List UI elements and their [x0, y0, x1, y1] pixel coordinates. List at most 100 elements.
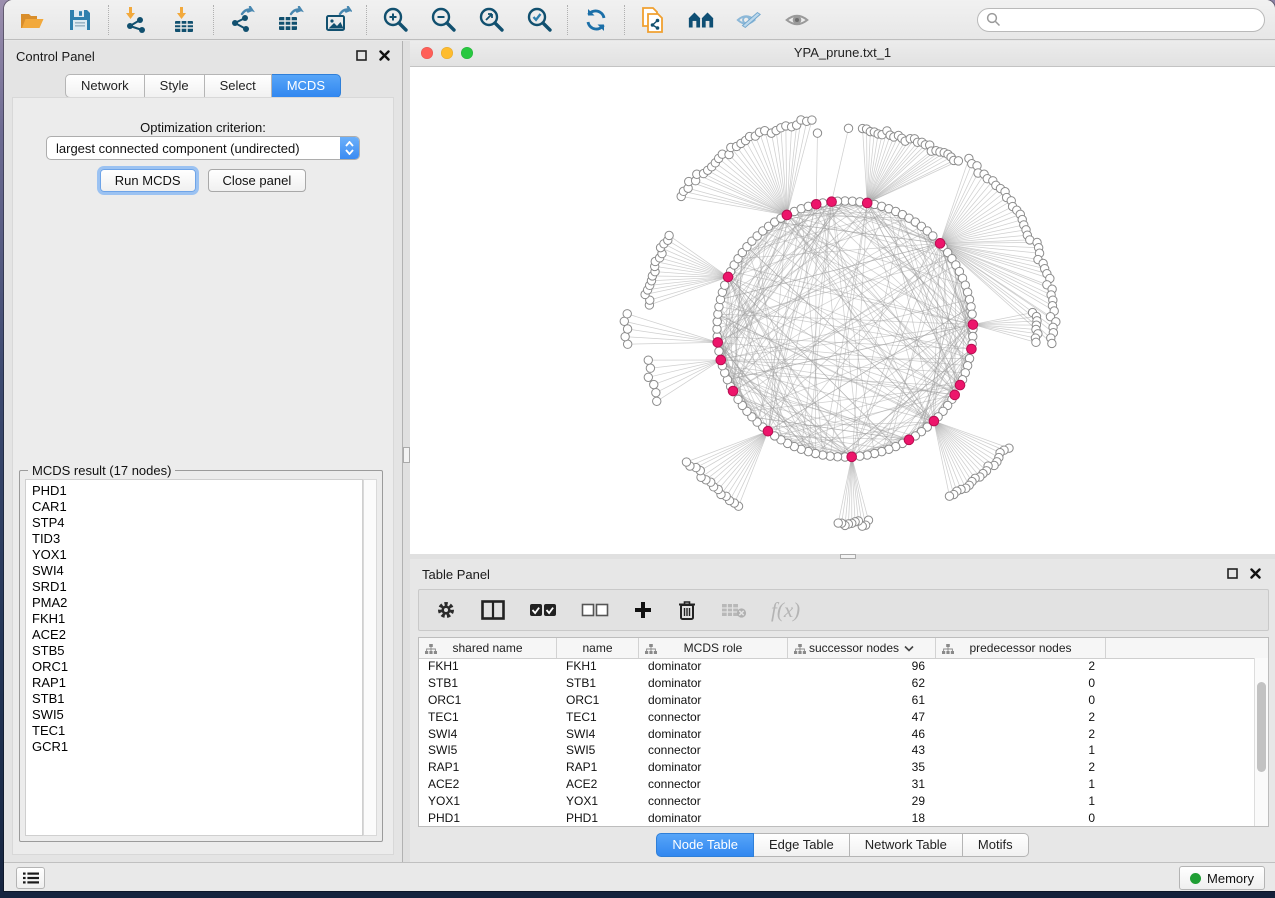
- column-header-MCDS-role[interactable]: MCDS role: [639, 638, 788, 658]
- table-row[interactable]: STB1STB1dominator620: [419, 675, 1255, 692]
- mcds-node-item[interactable]: FKH1: [32, 611, 362, 627]
- network-leaf-node[interactable]: [623, 310, 631, 318]
- mcds-network-node[interactable]: [723, 272, 733, 282]
- table-row[interactable]: ORC1ORC1dominator610: [419, 692, 1255, 709]
- table-row[interactable]: YOX1YOX1connector291: [419, 792, 1255, 809]
- tab-network-table[interactable]: Network Table: [850, 833, 963, 857]
- duplicate-network-icon[interactable]: [639, 6, 667, 34]
- open-session-icon[interactable]: [18, 6, 46, 34]
- mcds-network-node[interactable]: [716, 355, 726, 365]
- table-row[interactable]: ACE2ACE2connector311: [419, 776, 1255, 793]
- mcds-node-item[interactable]: CAR1: [32, 499, 362, 515]
- mcds-network-node[interactable]: [811, 199, 821, 209]
- mcds-network-node[interactable]: [929, 416, 939, 426]
- vertical-splitter[interactable]: [403, 41, 410, 863]
- mcds-node-item[interactable]: SWI4: [32, 563, 362, 579]
- criterion-select[interactable]: largest connected component (undirected): [46, 136, 360, 160]
- mcds-node-item[interactable]: SRD1: [32, 579, 362, 595]
- table-row[interactable]: FKH1FKH1dominator962: [419, 658, 1255, 675]
- network-canvas[interactable]: [410, 67, 1275, 554]
- deselect-all-icon[interactable]: [581, 595, 609, 625]
- column-header-predecessor-nodes[interactable]: predecessor nodes: [936, 638, 1106, 658]
- tab-mcds[interactable]: MCDS: [272, 74, 341, 98]
- network-leaf-node[interactable]: [945, 492, 953, 500]
- close-panel-icon[interactable]: [1250, 568, 1261, 579]
- scrollbar-thumb[interactable]: [1257, 682, 1266, 772]
- tab-select[interactable]: Select: [205, 74, 272, 98]
- tab-node-table[interactable]: Node Table: [656, 833, 754, 857]
- mcds-node-item[interactable]: STB1: [32, 691, 362, 707]
- float-panel-icon[interactable]: [356, 50, 367, 61]
- mcds-node-item[interactable]: ORC1: [32, 659, 362, 675]
- network-leaf-node[interactable]: [813, 129, 821, 137]
- network-leaf-node[interactable]: [653, 397, 661, 405]
- tab-style[interactable]: Style: [145, 74, 205, 98]
- network-leaf-node[interactable]: [808, 116, 816, 124]
- mcds-node-item[interactable]: STP4: [32, 515, 362, 531]
- select-all-icon[interactable]: [529, 595, 557, 625]
- network-leaf-node[interactable]: [954, 157, 962, 165]
- network-leaf-node[interactable]: [1048, 339, 1056, 347]
- network-leaf-node[interactable]: [646, 364, 654, 372]
- mcds-network-node[interactable]: [955, 380, 965, 390]
- zoom-fit-icon[interactable]: [477, 6, 505, 34]
- network-leaf-node[interactable]: [844, 124, 852, 132]
- export-image-icon[interactable]: [324, 6, 352, 34]
- tab-motifs[interactable]: Motifs: [963, 833, 1029, 857]
- mcds-node-item[interactable]: PHD1: [32, 483, 362, 499]
- network-node[interactable]: [734, 395, 742, 403]
- close-panel-button[interactable]: Close panel: [208, 169, 307, 192]
- network-leaf-node[interactable]: [1032, 338, 1040, 346]
- columns-icon[interactable]: [481, 595, 505, 625]
- network-node[interactable]: [968, 310, 976, 318]
- gear-icon[interactable]: [435, 595, 457, 625]
- import-network-icon[interactable]: [123, 6, 151, 34]
- table-row[interactable]: PHD1PHD1dominator180: [419, 809, 1255, 826]
- network-leaf-node[interactable]: [644, 373, 652, 381]
- refresh-layout-icon[interactable]: [582, 6, 610, 34]
- table-scrollbar[interactable]: [1254, 658, 1268, 826]
- mcds-node-item[interactable]: STB5: [32, 643, 362, 659]
- zoom-out-icon[interactable]: [429, 6, 457, 34]
- network-leaf-node[interactable]: [644, 356, 652, 364]
- mcds-node-item[interactable]: GCR1: [32, 739, 362, 755]
- tab-network[interactable]: Network: [65, 74, 145, 98]
- network-leaf-node[interactable]: [650, 380, 658, 388]
- mcds-result-list[interactable]: PHD1CAR1STP4TID3YOX1SWI4SRD1PMA2FKH1ACE2…: [25, 479, 363, 836]
- network-leaf-node[interactable]: [652, 388, 660, 396]
- run-mcds-button[interactable]: Run MCDS: [100, 169, 196, 192]
- mcds-network-node[interactable]: [763, 426, 773, 436]
- network-leaf-node[interactable]: [665, 231, 673, 239]
- mcds-network-node[interactable]: [950, 390, 960, 400]
- mcds-network-node[interactable]: [782, 210, 792, 220]
- table-row[interactable]: SWI5SWI5connector431: [419, 742, 1255, 759]
- mcds-list-scrollbar[interactable]: [363, 479, 377, 836]
- zoom-selected-icon[interactable]: [525, 6, 553, 34]
- mcds-network-node[interactable]: [827, 197, 837, 207]
- mcds-network-node[interactable]: [968, 320, 978, 330]
- delete-column-icon[interactable]: [677, 595, 697, 625]
- network-leaf-node[interactable]: [834, 519, 842, 527]
- tab-edge-table[interactable]: Edge Table: [754, 833, 850, 857]
- mcds-node-item[interactable]: RAP1: [32, 675, 362, 691]
- column-header-successor-nodes[interactable]: successor nodes: [788, 638, 936, 658]
- mcds-node-item[interactable]: ACE2: [32, 627, 362, 643]
- network-leaf-node[interactable]: [623, 325, 631, 333]
- export-table-icon[interactable]: [276, 6, 304, 34]
- mcds-node-item[interactable]: TEC1: [32, 723, 362, 739]
- network-leaf-node[interactable]: [682, 458, 690, 466]
- mcds-node-item[interactable]: TID3: [32, 531, 362, 547]
- table-row[interactable]: TEC1TEC1connector472: [419, 708, 1255, 725]
- close-panel-icon[interactable]: [379, 50, 390, 61]
- network-node[interactable]: [715, 347, 723, 355]
- show-all-icon[interactable]: [783, 6, 811, 34]
- search-input[interactable]: [1006, 11, 1256, 28]
- column-header-name[interactable]: name: [557, 638, 639, 658]
- column-header-shared-name[interactable]: shared name: [419, 638, 557, 658]
- mcds-network-node[interactable]: [967, 344, 977, 354]
- network-node[interactable]: [929, 232, 937, 240]
- mcds-network-node[interactable]: [713, 338, 723, 348]
- mcds-network-node[interactable]: [935, 239, 945, 249]
- table-row[interactable]: SWI4SWI4dominator462: [419, 725, 1255, 742]
- hide-selected-icon[interactable]: [735, 6, 763, 34]
